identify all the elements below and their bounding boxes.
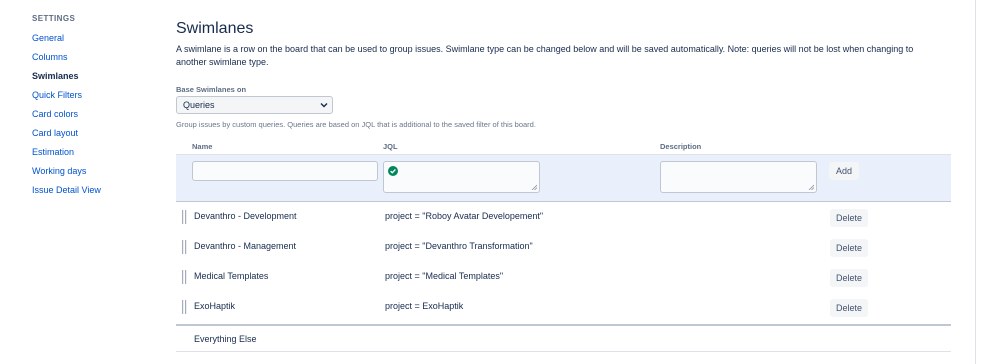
base-swimlanes-value: Queries bbox=[183, 100, 215, 110]
table-row: Devanthro - Management project = "Devant… bbox=[176, 232, 951, 262]
delete-button[interactable]: Delete bbox=[830, 299, 868, 317]
swimlane-jql: project = "Medical Templates" bbox=[385, 271, 504, 281]
page: SETTINGS General Columns Swimlanes Quick… bbox=[0, 0, 975, 364]
delete-button[interactable]: Delete bbox=[830, 209, 868, 227]
swimlane-name: Devanthro - Development bbox=[194, 211, 297, 221]
swimlane-jql: project = "Roboy Avatar Developement" bbox=[385, 211, 544, 221]
drag-handle-icon[interactable] bbox=[182, 210, 187, 224]
sidebar-item-swimlanes[interactable]: Swimlanes bbox=[32, 67, 152, 86]
everything-else-label: Everything Else bbox=[194, 334, 257, 344]
chevron-down-icon bbox=[320, 103, 328, 108]
table-row: ExoHaptik project = ExoHaptik Delete bbox=[176, 292, 951, 322]
sidebar-item-general[interactable]: General bbox=[32, 29, 152, 48]
swimlane-jql: project = ExoHaptik bbox=[385, 301, 464, 311]
add-swimlane-row: Add bbox=[176, 154, 951, 202]
page-description: A swimlane is a row on the board that ca… bbox=[176, 44, 914, 67]
swimlane-name: Medical Templates bbox=[194, 271, 269, 281]
table-row: Medical Templates project = "Medical Tem… bbox=[176, 262, 951, 292]
sidebar-item-card-colors[interactable]: Card colors bbox=[32, 105, 152, 124]
everything-else-row: Everything Else bbox=[176, 326, 951, 352]
add-button[interactable]: Add bbox=[829, 162, 859, 180]
swimlane-rows: Devanthro - Development project = "Roboy… bbox=[176, 202, 951, 322]
swimlane-name: ExoHaptik bbox=[194, 301, 236, 311]
valid-check-icon bbox=[388, 166, 398, 176]
sidebar-item-card-layout[interactable]: Card layout bbox=[32, 124, 152, 143]
column-header-description: Description bbox=[660, 142, 702, 151]
sidebar-item-working-days[interactable]: Working days bbox=[32, 162, 152, 181]
column-header-name: Name bbox=[192, 142, 213, 151]
resize-handle-icon[interactable] bbox=[808, 184, 814, 190]
resize-handle-icon[interactable] bbox=[531, 184, 537, 190]
base-swimlanes-label: Base Swimlanes on bbox=[176, 85, 247, 94]
delete-button[interactable]: Delete bbox=[830, 239, 868, 257]
swimlanes-table: Name JQL Description Add Devanthro - Dev… bbox=[176, 140, 951, 352]
drag-handle-icon[interactable] bbox=[182, 300, 187, 314]
column-header-jql: JQL bbox=[383, 142, 398, 151]
sidebar-item-columns[interactable]: Columns bbox=[32, 48, 152, 67]
drag-handle-icon[interactable] bbox=[182, 240, 187, 254]
settings-sidebar: SETTINGS General Columns Swimlanes Quick… bbox=[32, 14, 152, 200]
sidebar-heading: SETTINGS bbox=[32, 14, 76, 23]
page-gutter bbox=[976, 0, 999, 364]
swimlane-jql-input[interactable] bbox=[383, 161, 540, 193]
table-row: Devanthro - Development project = "Roboy… bbox=[176, 202, 951, 232]
swimlane-jql: project = "Devanthro Transformation" bbox=[385, 241, 533, 251]
swimlane-description-input[interactable] bbox=[660, 161, 817, 193]
delete-button[interactable]: Delete bbox=[830, 269, 868, 287]
swimlane-name: Devanthro - Management bbox=[194, 241, 297, 251]
swimlane-help-text: Group issues by custom queries. Queries … bbox=[176, 120, 536, 129]
sidebar-item-estimation[interactable]: Estimation bbox=[32, 143, 152, 162]
swimlane-name-input[interactable] bbox=[192, 161, 378, 181]
table-header: Name JQL Description bbox=[176, 140, 951, 154]
page-title: Swimlanes bbox=[176, 20, 254, 37]
sidebar-item-issue-detail-view[interactable]: Issue Detail View bbox=[32, 181, 152, 200]
sidebar-item-quick-filters[interactable]: Quick Filters bbox=[32, 86, 152, 105]
base-swimlanes-select[interactable]: Queries bbox=[176, 96, 333, 114]
swimlanes-settings: Swimlanes A swimlane is a row on the boa… bbox=[176, 18, 951, 130]
drag-handle-icon[interactable] bbox=[182, 270, 187, 284]
